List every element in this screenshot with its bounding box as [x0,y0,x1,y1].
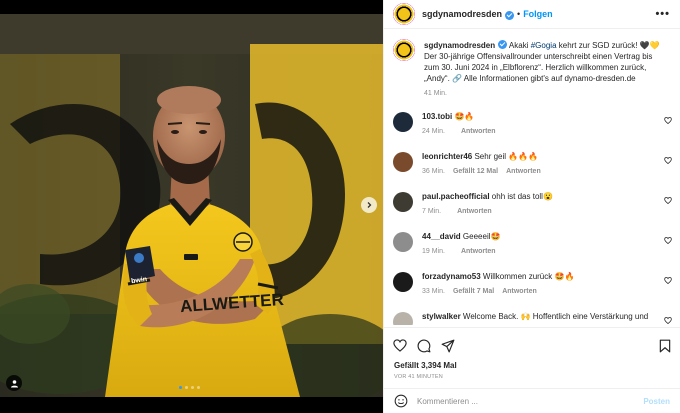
comment-meta: 7 Min. Antworten [422,206,660,217]
verified-badge-icon [505,10,515,20]
comment-item: leonrichter46 Sehr geil 🔥🔥🔥 36 Min. Gefäll… [384,151,680,177]
carousel-dot [197,386,200,389]
comment-like-icon[interactable] [664,317,672,324]
commenter-username[interactable]: stylwalker [422,312,461,321]
more-options-icon[interactable]: ••• [655,8,670,20]
heart-icon [393,339,407,352]
post-header: sgdynamodresden • Folgen ••• [384,0,680,29]
comment-input[interactable] [417,396,617,406]
comment-text: Welcome Back. 🙌 Hoffentlich eine Verstär… [460,312,649,321]
comment-meta: 33 Min. Gefällt 7 Mal Antworten [422,286,660,297]
reply-button[interactable]: Antworten [457,208,492,215]
commenter-username[interactable]: forzadynamo53 [422,272,481,281]
comment-time[interactable]: 24 Min. [422,128,445,135]
comment-like-icon[interactable] [664,277,672,284]
comment-likes[interactable]: Gefällt 12 Mal [453,168,498,175]
follow-button[interactable]: Folgen [523,9,553,19]
comment-time[interactable]: 19 Min. [422,248,445,255]
caption-meta: 41 Min. [424,88,668,99]
caption-hashtag[interactable]: #Gogia [531,41,557,50]
commenter-avatar[interactable] [393,112,413,132]
comment-bubble-icon [417,339,431,352]
carousel-dots [179,386,200,389]
comment-like-icon[interactable] [664,157,672,164]
comment-time[interactable]: 7 Min. [422,208,441,215]
comment-like-icon[interactable] [664,237,672,244]
caption-text-1: Akaki [507,41,531,50]
commenter-avatar[interactable] [393,272,413,292]
photo-top-bar [0,0,383,14]
comment-item: paul.pacheofficial ohh ist das toll😮 7 Mi… [384,191,680,217]
post-time[interactable]: VOR 41 MINUTEN [384,370,680,380]
reply-button[interactable]: Antworten [461,128,496,135]
comment-like-icon[interactable] [664,117,672,124]
commenter-username[interactable]: 44__david [422,232,461,241]
header-separator: • [517,9,521,19]
like-count[interactable]: Gefällt 3,394 Mal [384,355,680,370]
post-side-panel: sgdynamodresden • Folgen ••• sgdynamodre… [383,0,680,413]
commenter-username[interactable]: paul.pacheofficial [422,192,490,201]
comment-like-icon[interactable] [664,197,672,204]
bookmark-icon [659,339,671,352]
comment-text: Sehr geil 🔥🔥🔥 [472,152,539,161]
next-image-button[interactable] [361,197,377,213]
comment-text: 🤩🔥 [452,112,475,121]
tagged-users-button[interactable] [6,375,22,391]
post-actions: Gefällt 3,394 Mal VOR 41 MINUTEN Posten [384,327,680,413]
carousel-dot [191,386,194,389]
caption-time[interactable]: 41 Min. [424,90,447,97]
comment-meta: 24 Min. Antworten [422,126,660,137]
share-button[interactable] [441,339,455,353]
comments-list[interactable]: sgdynamodresden Akaki #Gogia kehrt zur S… [384,30,680,325]
account-avatar[interactable] [393,3,415,25]
comment-time[interactable]: 36 Min. [422,168,445,175]
reply-button[interactable]: Antworten [461,248,496,255]
verified-badge-icon [498,40,508,49]
commenter-avatar[interactable] [393,152,413,172]
caption-avatar[interactable] [393,39,415,61]
comment-item: 103.tobi 🤩🔥 24 Min. Antworten [384,111,680,137]
comment-likes[interactable]: Gefällt 7 Mal [453,288,494,295]
commenter-avatar[interactable] [393,312,413,325]
reply-button[interactable]: Antworten [502,288,537,295]
photo-bottom-bar [0,397,383,413]
like-button[interactable] [393,339,407,352]
carousel-dot [179,386,182,389]
commenter-username[interactable]: leonrichter46 [422,152,472,161]
comment-meta: 36 Min. Gefällt 12 Mal Antworten [422,166,660,177]
emoji-icon[interactable] [394,394,408,408]
post-photo[interactable]: ALLWETTER bwin [0,0,383,413]
add-comment-bar: Posten [384,388,680,413]
comment-item: 44__david Geeeeil🤩 19 Min. Antworten [384,231,680,257]
caption-username[interactable]: sgdynamodresden [424,41,495,50]
comment-meta: 19 Min. Antworten [422,246,660,257]
person-icon [10,379,18,387]
commenter-avatar[interactable] [393,232,413,252]
post-comment-button[interactable]: Posten [643,397,670,406]
comment-item: forzadynamo53 Willkommen zurück 🤩🔥 33 Min… [384,271,680,297]
action-icons [384,328,680,355]
carousel-dot [185,386,188,389]
comment-text: Willkommen zurück 🤩🔥 [480,272,575,281]
commenter-username[interactable]: 103.tobi [422,112,452,121]
comment-text: ohh ist das toll😮 [489,192,553,201]
player-photo: ALLWETTER bwin [0,14,383,397]
account-username[interactable]: sgdynamodresden [422,9,502,19]
comment-button[interactable] [417,339,431,353]
commenter-avatar[interactable] [393,192,413,212]
save-button[interactable] [659,339,671,353]
post-caption: sgdynamodresden Akaki #Gogia kehrt zur S… [384,30,680,99]
chevron-right-icon [367,202,372,208]
comment-item: stylwalker Welcome Back. 🙌 Hoffentlich e… [384,311,680,325]
comment-time[interactable]: 33 Min. [422,288,445,295]
comment-text: Geeeeil🤩 [460,232,501,241]
reply-button[interactable]: Antworten [506,168,541,175]
paper-plane-icon [441,339,455,352]
